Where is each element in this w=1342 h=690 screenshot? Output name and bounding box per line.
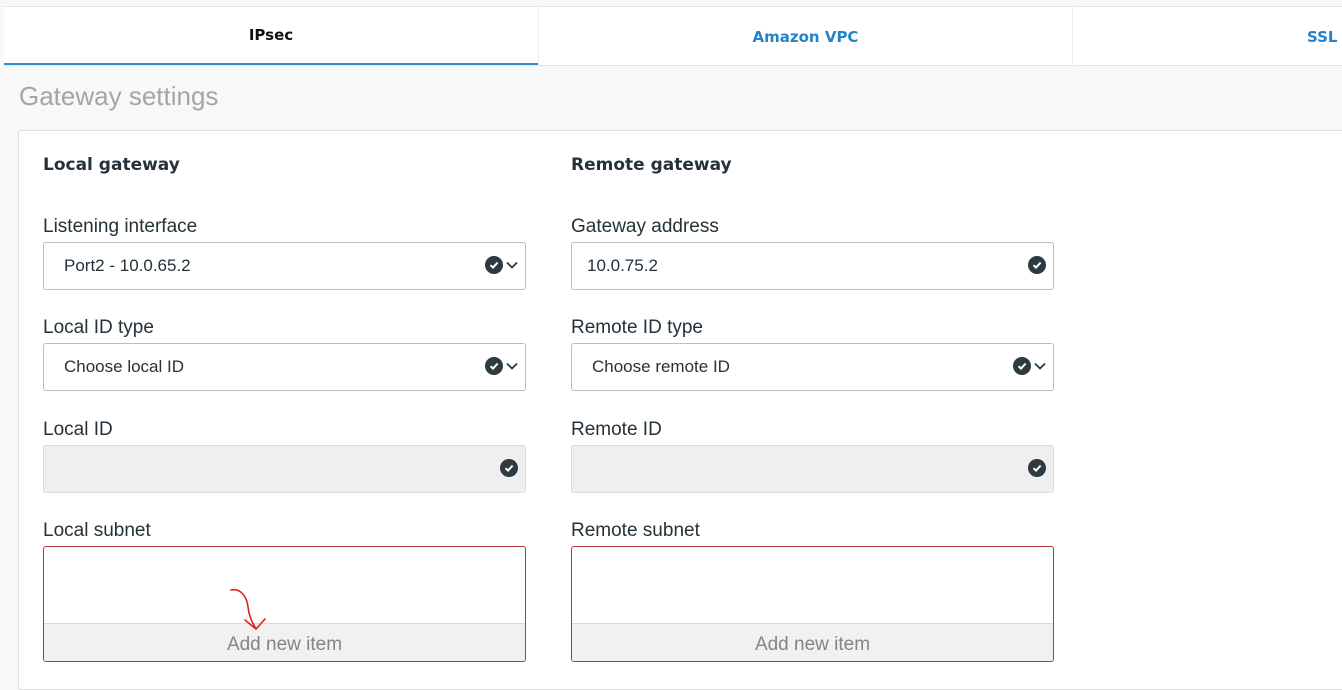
local-id-label: Local ID xyxy=(43,419,113,440)
local-subnet-label: Local subnet xyxy=(43,520,151,541)
section-title: Gateway settings xyxy=(19,81,219,111)
check-circle-icon xyxy=(485,357,503,375)
local-id-input[interactable] xyxy=(43,445,526,493)
local-subnet-items[interactable] xyxy=(44,547,525,623)
tab-ssl-vpn-label: SSL VPN xyxy=(1307,27,1342,46)
local-gateway-heading: Local gateway xyxy=(43,155,180,175)
local-id-type-label: Local ID type xyxy=(43,317,154,338)
local-subnet-list[interactable]: Add new item xyxy=(43,546,526,662)
remote-subnet-items[interactable] xyxy=(572,547,1053,623)
remote-subnet-list[interactable]: Add new item xyxy=(571,546,1054,662)
gateway-address-label: Gateway address xyxy=(571,216,719,237)
check-circle-icon xyxy=(1013,357,1031,375)
remote-id-label: Remote ID xyxy=(571,419,662,440)
chevron-down-icon xyxy=(1034,362,1046,370)
chevron-down-icon xyxy=(506,362,518,370)
listening-interface-label: Listening interface xyxy=(43,216,198,237)
tab-ipsec-label: IPsec xyxy=(248,26,294,44)
red-arrow-annotation xyxy=(230,588,266,630)
check-circle-icon xyxy=(500,459,518,477)
tab-bar: IPsec Amazon VPC SSL VPN xyxy=(4,6,1342,66)
remote-id-type-label: Remote ID type xyxy=(571,317,703,338)
check-circle-icon xyxy=(1028,459,1046,477)
remote-id-type-select[interactable]: Choose remote ID xyxy=(571,343,1054,391)
tab-amazon-vpc[interactable]: Amazon VPC xyxy=(538,7,1072,65)
gateway-address-input[interactable]: 10.0.75.2 xyxy=(571,242,1054,290)
local-subnet-add-button[interactable]: Add new item xyxy=(44,623,525,661)
gateway-address-value: 10.0.75.2 xyxy=(587,256,658,275)
check-circle-icon xyxy=(485,256,503,274)
remote-id-type-value: Choose remote ID xyxy=(592,357,730,376)
tab-ipsec[interactable]: IPsec xyxy=(4,7,538,65)
listening-interface-select[interactable]: Port2 - 10.0.65.2 xyxy=(43,242,526,290)
remote-subnet-label: Remote subnet xyxy=(571,520,700,541)
local-id-type-value: Choose local ID xyxy=(64,357,185,376)
check-circle-icon xyxy=(1028,256,1046,274)
chevron-down-icon xyxy=(506,261,518,269)
remote-subnet-add-button[interactable]: Add new item xyxy=(572,623,1053,661)
listening-interface-value: Port2 - 10.0.65.2 xyxy=(64,256,191,275)
tab-ssl-vpn[interactable]: SSL VPN xyxy=(1072,7,1342,65)
tab-amazon-vpc-label: Amazon VPC xyxy=(752,27,859,46)
remote-gateway-heading: Remote gateway xyxy=(571,155,732,175)
local-id-type-select[interactable]: Choose local ID xyxy=(43,343,526,391)
remote-id-input[interactable] xyxy=(571,445,1054,493)
